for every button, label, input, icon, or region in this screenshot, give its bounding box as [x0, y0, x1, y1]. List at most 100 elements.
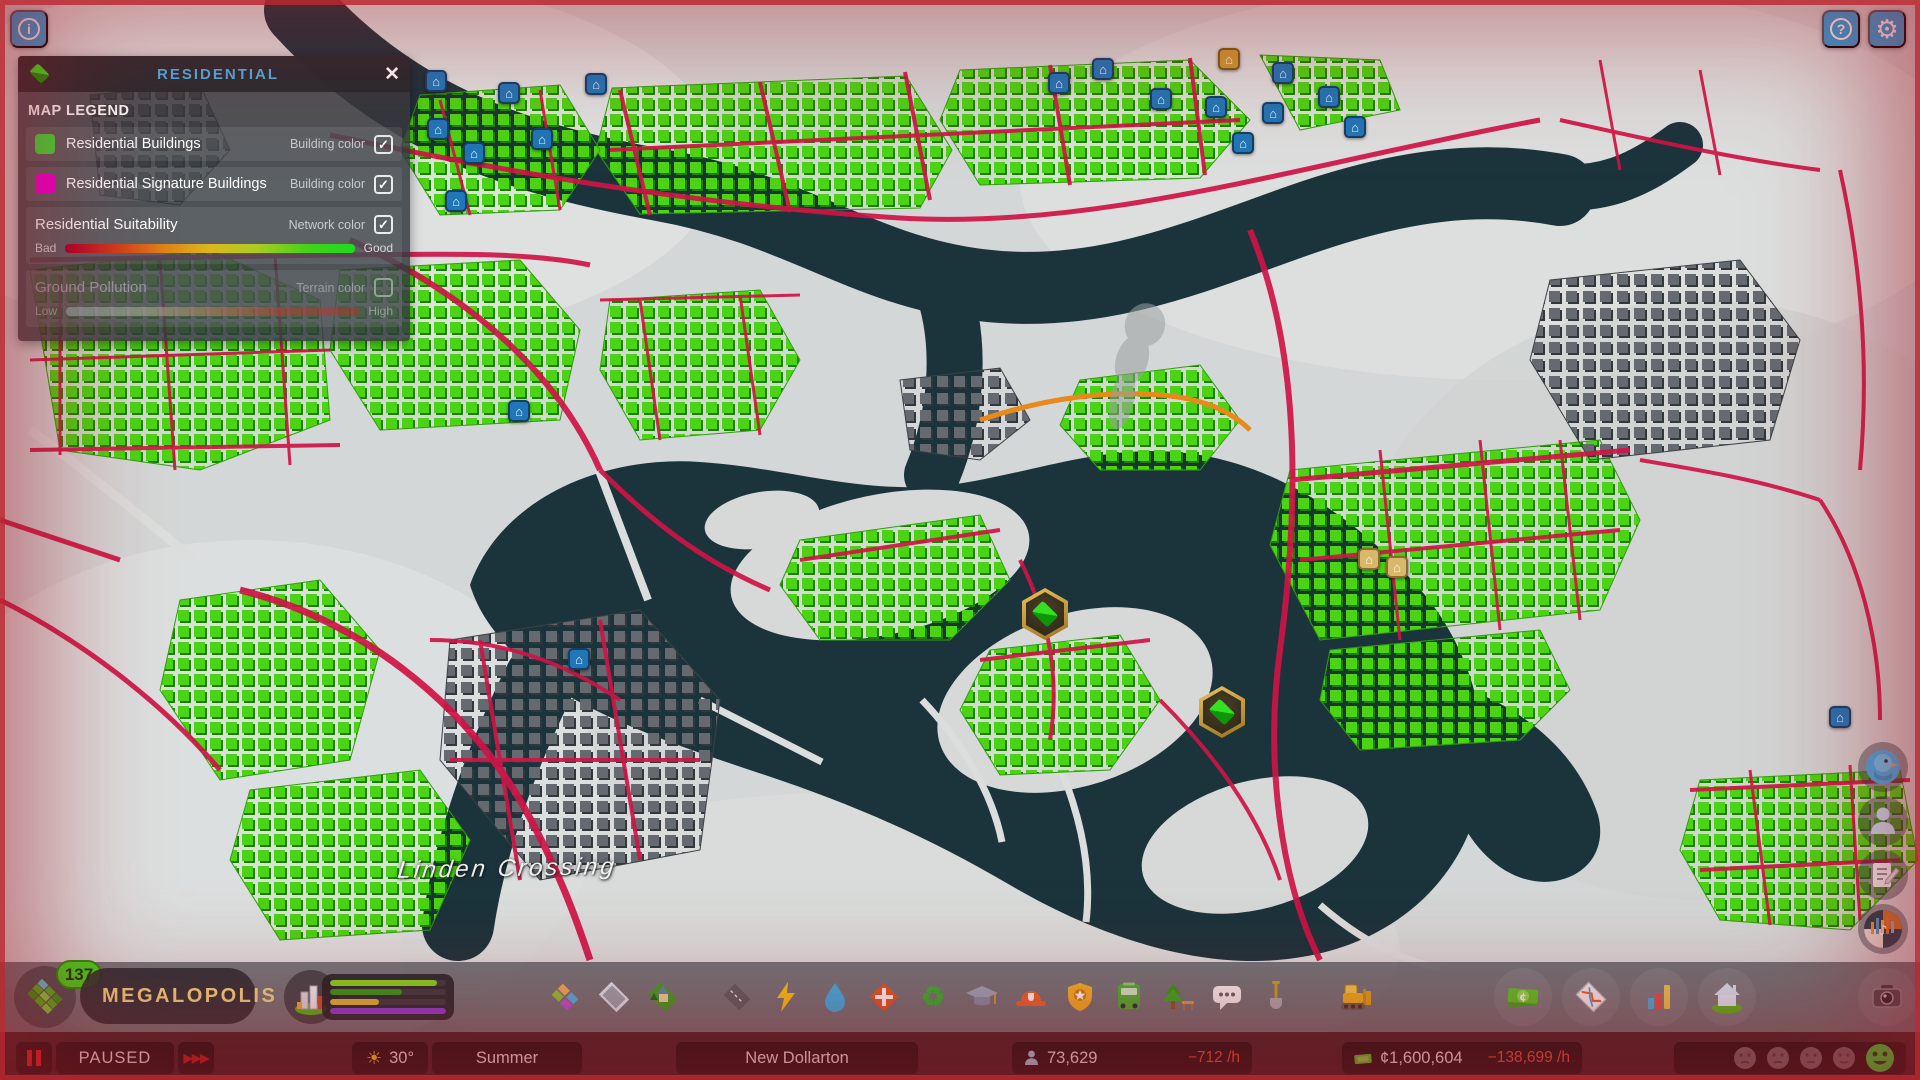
checkbox-checked[interactable]: ✓ [374, 215, 393, 234]
city-name-display[interactable]: New Dollarton [676, 1042, 918, 1074]
service-building-marker-yellow[interactable] [1218, 48, 1240, 70]
service-building-marker[interactable] [1829, 706, 1851, 728]
medical-star-icon [869, 982, 899, 1012]
help-button[interactable]: ? [1822, 10, 1860, 48]
water-tool-button[interactable] [815, 977, 855, 1017]
xp-bar-fill [330, 998, 379, 1005]
info-icon: i [18, 18, 40, 40]
water-drop-icon [825, 983, 845, 1012]
radio-icon: ♪ [1864, 910, 1902, 948]
info-views-button[interactable] [1698, 968, 1756, 1026]
milestone-name: MEGALOPOLIS [102, 984, 278, 1007]
panel-title: RESIDENTIAL [157, 65, 280, 83]
service-building-marker[interactable] [1092, 58, 1114, 80]
radio-button[interactable]: ♪ [1858, 904, 1908, 954]
electricity-tool-button[interactable] [766, 977, 806, 1017]
transportation-tool-button[interactable] [1109, 977, 1149, 1017]
police-tool-button[interactable] [1060, 977, 1100, 1017]
face-neutral-icon [1800, 1047, 1822, 1069]
signature-building-marker-inner [1203, 690, 1241, 734]
legend-row-signature-buildings: Residential Signature Buildings Building… [26, 167, 402, 201]
districts-tool-button[interactable] [594, 977, 634, 1017]
sim-state-display: PAUSED [56, 1042, 174, 1074]
roads-icon [723, 983, 751, 1011]
notes-icon [1873, 863, 1900, 887]
health-tool-button[interactable] [864, 977, 904, 1017]
help-icon: ? [1830, 18, 1852, 40]
service-building-marker[interactable] [508, 400, 530, 422]
temperature-display: ☀ 30° [352, 1042, 428, 1074]
service-building-marker[interactable] [498, 82, 520, 104]
service-building-marker[interactable] [463, 142, 485, 164]
close-button[interactable]: ✕ [384, 63, 400, 86]
photo-mode-button[interactable] [1858, 968, 1916, 1026]
service-building-marker[interactable] [1262, 102, 1284, 124]
citizens-button[interactable] [1858, 796, 1908, 846]
legend-block-suitability: Residential Suitability Network color ✓ … [26, 207, 402, 264]
toolbar-group-bulldozer [1333, 977, 1373, 1017]
info-button[interactable]: i [10, 10, 48, 48]
service-building-marker[interactable] [1048, 72, 1070, 94]
checkbox-checked[interactable]: ✓ [374, 174, 393, 194]
landscaping-tool-button[interactable] [1256, 977, 1296, 1017]
zones-tool-button[interactable] [545, 977, 585, 1017]
xp-bar-fill [330, 1007, 446, 1014]
service-building-marker-beige[interactable] [1386, 556, 1408, 578]
fast-forward-icon: ▶▶▶ [183, 1051, 210, 1065]
fast-forward-button[interactable]: ▶▶▶ [178, 1042, 214, 1074]
bulldozer-button[interactable] [1333, 977, 1373, 1017]
happiness-faces [1732, 1042, 1906, 1074]
service-building-marker[interactable] [427, 118, 449, 140]
service-building-marker[interactable] [445, 190, 467, 212]
service-building-marker[interactable] [585, 73, 607, 95]
service-building-marker[interactable] [1232, 132, 1254, 154]
fire-department-tool-button[interactable] [1011, 977, 1051, 1017]
milestone-button[interactable]: 137 [14, 960, 102, 1028]
population-display[interactable]: 73,629 −712 /h [1012, 1042, 1252, 1074]
residential-infoview-panel: RESIDENTIAL ✕ MAP LEGEND Residential Bui… [18, 56, 410, 341]
city-map-icon [1575, 981, 1607, 1013]
service-building-marker[interactable] [568, 648, 590, 670]
service-building-marker[interactable] [1205, 96, 1227, 118]
game-screen: Linden Crossing i ? ⚙ [0, 0, 1920, 1080]
service-building-marker-beige[interactable] [1358, 548, 1380, 570]
service-building-marker[interactable] [425, 70, 447, 92]
money-display[interactable]: ¢1,600,604 −138,699 /h [1342, 1042, 1582, 1074]
service-building-marker[interactable] [1318, 86, 1340, 108]
city-information-button[interactable] [1562, 968, 1620, 1026]
settings-button[interactable]: ⚙ [1868, 10, 1906, 48]
vegetation-tool-button[interactable] [643, 977, 683, 1017]
garbage-tool-button[interactable]: ♻ [913, 977, 953, 1017]
pause-button[interactable] [16, 1042, 52, 1074]
population-rate: −712 /h [1187, 1049, 1240, 1066]
service-building-marker[interactable] [1272, 62, 1294, 84]
journal-button[interactable] [1858, 850, 1908, 900]
communications-tool-button[interactable] [1207, 977, 1247, 1017]
map-legend-heading: MAP LEGEND [28, 103, 130, 119]
park-tree-bench-icon [1163, 984, 1194, 1010]
roads-tool-button[interactable] [717, 977, 757, 1017]
green-swatch-icon [35, 134, 55, 154]
signature-building-marker-inner [1026, 592, 1064, 636]
economy-button[interactable]: ¢ [1494, 968, 1552, 1026]
milestone-name-pill[interactable]: MEGALOPOLIS [80, 968, 275, 1024]
service-building-marker[interactable] [1344, 116, 1366, 138]
fire-helmet-icon [1016, 991, 1046, 1006]
checkbox-unchecked[interactable] [374, 278, 393, 297]
education-tool-button[interactable] [962, 977, 1002, 1017]
money-icon: ¢ [1507, 988, 1539, 1008]
status-bar: PAUSED ▶▶▶ ☀ 30° Summer New Dollarton 73… [0, 1032, 1920, 1080]
face-sad-icon [1734, 1047, 1756, 1069]
statistics-button[interactable] [1630, 968, 1688, 1026]
checkbox-checked[interactable]: ✓ [374, 134, 393, 154]
chirper-bird-icon [1866, 750, 1900, 784]
happiness-display[interactable] [1674, 1042, 1906, 1074]
service-building-marker[interactable] [531, 128, 553, 150]
parks-tool-button[interactable] [1158, 977, 1198, 1017]
info-views-house-icon [1712, 983, 1742, 1014]
districts-icon [598, 982, 630, 1012]
xp-bar-fill [330, 989, 402, 996]
service-building-marker[interactable] [1150, 88, 1172, 110]
chirper-button[interactable] [1858, 742, 1908, 792]
pause-icon [27, 1050, 41, 1066]
